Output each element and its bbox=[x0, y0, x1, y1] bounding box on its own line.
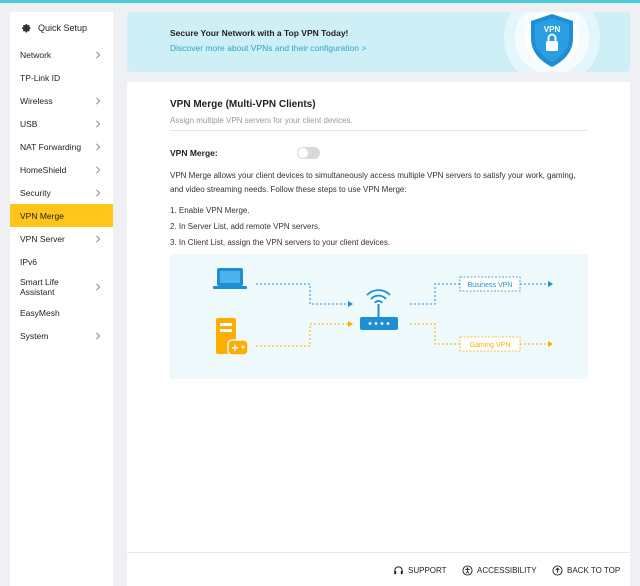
arrow-up-circle-icon bbox=[552, 565, 563, 576]
sidebar-item-security[interactable]: Security bbox=[10, 181, 113, 204]
laptop-icon bbox=[213, 268, 247, 289]
sidebar-item-label: Wireless bbox=[20, 95, 53, 106]
sidebar-item-label: Quick Setup bbox=[38, 22, 88, 33]
chevron-right-icon bbox=[96, 331, 101, 340]
sidebar-item-label: Security bbox=[20, 187, 51, 198]
sidebar-item-network[interactable]: Network bbox=[10, 43, 113, 66]
sidebar-item-homeshield[interactable]: HomeShield bbox=[10, 158, 113, 181]
sidebar-item-system[interactable]: System bbox=[10, 324, 113, 347]
sidebar-item-vpn-server[interactable]: VPN Server bbox=[10, 227, 113, 250]
sidebar-item-vpn-merge[interactable]: VPN Merge bbox=[10, 204, 113, 227]
chevron-right-icon bbox=[96, 119, 101, 128]
page-title: VPN Merge (Multi-VPN Clients) bbox=[170, 99, 316, 110]
chevron-right-icon bbox=[96, 142, 101, 151]
sidebar-item-label: VPN Merge bbox=[20, 210, 64, 221]
gear-icon bbox=[22, 23, 31, 32]
banner-title: Secure Your Network with a Top VPN Today… bbox=[170, 28, 349, 38]
sidebar-item-label: System bbox=[20, 330, 49, 341]
gaming-pc-icon bbox=[216, 318, 249, 356]
business-vpn-label: Business VPN bbox=[468, 282, 513, 289]
chevron-right-icon bbox=[96, 96, 101, 105]
accessibility-label: ACCESSIBILITY bbox=[477, 566, 537, 575]
chevron-right-icon bbox=[96, 283, 101, 291]
arrow-icon bbox=[348, 321, 353, 327]
router-icon bbox=[360, 289, 398, 330]
vpn-merge-toggle[interactable] bbox=[297, 147, 320, 159]
accessibility-icon bbox=[462, 565, 473, 576]
sidebar-item-label: USB bbox=[20, 118, 38, 129]
sidebar-item-label: IPv6 bbox=[20, 256, 38, 267]
section-divider bbox=[170, 130, 588, 131]
sidebar-item-wireless[interactable]: Wireless bbox=[10, 89, 113, 112]
sidebar-item-label: NAT Forwarding bbox=[20, 141, 82, 152]
sidebar-item-easymesh[interactable]: EasyMesh bbox=[10, 301, 113, 324]
back-to-top-label: BACK TO TOP bbox=[567, 566, 621, 575]
sidebar-item-tp-link-id[interactable]: TP-Link ID bbox=[10, 66, 113, 89]
sidebar-item-quick-setup[interactable]: Quick Setup bbox=[10, 12, 113, 43]
sidebar-item-label: HomeShield bbox=[20, 164, 67, 175]
laptop-link bbox=[256, 283, 348, 305]
toggle-knob bbox=[298, 148, 308, 158]
support-label: SUPPORT bbox=[408, 566, 447, 575]
support-link[interactable]: SUPPORT bbox=[393, 565, 447, 576]
arrow-icon bbox=[348, 301, 353, 307]
vpn-badge-text: VPN bbox=[544, 25, 561, 34]
page-subtitle: Assign multiple VPN servers for your cli… bbox=[170, 116, 353, 125]
sidebar-item-usb[interactable]: USB bbox=[10, 112, 113, 135]
sidebar-item-nat-forwarding[interactable]: NAT Forwarding bbox=[10, 135, 113, 158]
accessibility-link[interactable]: ACCESSIBILITY bbox=[462, 565, 537, 576]
page-footer: SUPPORT ACCESSIBILITY BACK TO TOP bbox=[127, 552, 630, 586]
banner-link[interactable]: Discover more about VPNs and their confi… bbox=[170, 43, 366, 53]
sidebar-nav: Quick Setup Network TP-Link ID Wireless USB… bbox=[10, 12, 113, 586]
arrow-icon bbox=[548, 281, 553, 287]
chevron-right-icon bbox=[96, 165, 101, 174]
gaming-link bbox=[256, 323, 348, 347]
vpn-merge-diagram: Business VPN Gaming VPN bbox=[170, 254, 588, 379]
sidebar-item-ipv6[interactable]: IPv6 bbox=[10, 250, 113, 273]
business-link bbox=[410, 283, 460, 305]
vpn-shield-illustration: VPN bbox=[504, 12, 600, 72]
step-3: 3. In Client List, assign the VPN server… bbox=[170, 238, 391, 247]
gaming-vpn-link bbox=[410, 323, 460, 345]
sidebar-item-label: Network bbox=[20, 49, 52, 60]
sidebar-item-label: VPN Server bbox=[20, 233, 65, 244]
sidebar-item-label: EasyMesh bbox=[20, 307, 60, 318]
chevron-right-icon bbox=[96, 234, 101, 243]
sidebar-item-label: Smart Life Assistant bbox=[20, 277, 59, 297]
headset-icon bbox=[394, 566, 403, 575]
chevron-right-icon bbox=[96, 50, 101, 59]
step-2: 2. In Server List, add remote VPN server… bbox=[170, 222, 321, 231]
chevron-right-icon bbox=[96, 188, 101, 197]
top-accent-line bbox=[0, 0, 640, 3]
vpn-promo-banner: Secure Your Network with a Top VPN Today… bbox=[127, 12, 630, 72]
sidebar-item-label: TP-Link ID bbox=[20, 72, 61, 83]
vpn-merge-description: VPN Merge allows your client devices to … bbox=[170, 171, 576, 194]
step-1: 1. Enable VPN Merge. bbox=[170, 206, 250, 215]
vpn-merge-panel: VPN Merge (Multi-VPN Clients) Assign mul… bbox=[127, 82, 630, 552]
sidebar-item-smart-life-assistant[interactable]: Smart Life Assistant bbox=[10, 273, 113, 301]
gaming-vpn-label: Gaming VPN bbox=[470, 342, 511, 349]
vpn-merge-label: VPN Merge: bbox=[170, 148, 218, 158]
arrow-icon bbox=[548, 341, 553, 347]
back-to-top-link[interactable]: BACK TO TOP bbox=[552, 565, 620, 576]
